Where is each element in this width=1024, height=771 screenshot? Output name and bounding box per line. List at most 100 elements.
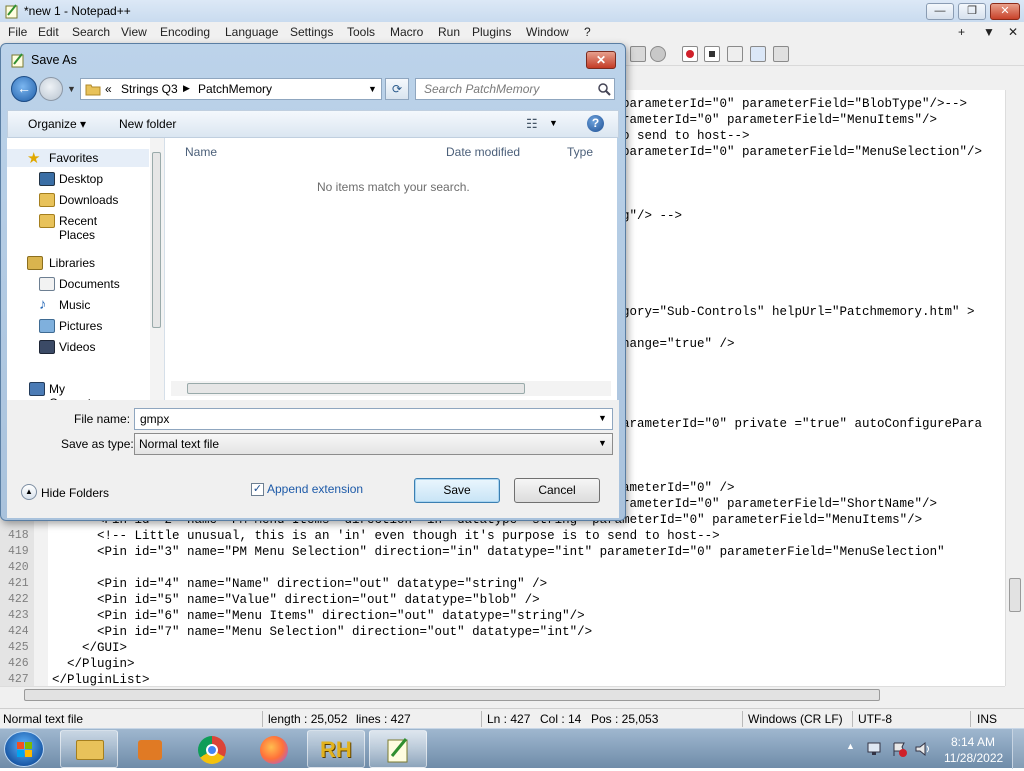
code-fragment: g"/> -->: [622, 209, 683, 223]
volume-speaker-icon[interactable]: [914, 741, 932, 757]
taskbar-chrome[interactable]: [183, 730, 241, 768]
vertical-scrollbar[interactable]: [1005, 90, 1024, 686]
breadcrumb-separator-icon[interactable]: ▶: [183, 83, 190, 94]
address-dropdown-icon[interactable]: ▼: [368, 84, 377, 94]
breadcrumb-overflow[interactable]: «: [105, 82, 112, 96]
menu-macro[interactable]: Macro: [390, 25, 423, 39]
horizontal-scroll-thumb[interactable]: [24, 689, 880, 701]
vertical-scroll-thumb[interactable]: [1009, 578, 1021, 612]
nav-favorites[interactable]: ★ Favorites: [7, 149, 149, 167]
menu-help[interactable]: ?: [584, 25, 591, 39]
pictures-icon: [39, 319, 55, 333]
taskbar-explorer[interactable]: [60, 730, 118, 768]
append-extension-checkbox[interactable]: ✓: [251, 483, 264, 496]
menu-edit[interactable]: Edit: [38, 25, 59, 39]
nav-pane-scrollbar[interactable]: [150, 138, 164, 400]
zoom-out-icon[interactable]: [650, 46, 666, 62]
file-name-input[interactable]: gmpx ▼: [134, 408, 613, 430]
play-macro-icon[interactable]: [727, 46, 743, 62]
desktop-icon: [39, 172, 55, 186]
status-eol: Windows (CR LF): [748, 712, 843, 726]
tab-list-dropdown-icon[interactable]: ▼: [983, 25, 995, 39]
taskbar-rh[interactable]: RH: [307, 730, 365, 768]
breadcrumb-patchmemory[interactable]: PatchMemory: [198, 82, 272, 96]
menu-window[interactable]: Window: [526, 25, 569, 39]
column-name[interactable]: Name: [185, 145, 217, 159]
computer-icon: [29, 382, 45, 396]
code-fragment: parameterId="0" parameterField="BlobType…: [622, 97, 968, 111]
append-extension-label[interactable]: Append extension: [267, 482, 363, 496]
column-type[interactable]: Type: [567, 145, 593, 159]
column-date-modified[interactable]: Date modified: [446, 145, 520, 159]
clock-time[interactable]: 8:14 AM: [951, 735, 995, 749]
organize-button[interactable]: Organize ▾: [28, 117, 86, 131]
menu-tools[interactable]: Tools: [347, 25, 375, 39]
menu-language[interactable]: Language: [225, 25, 278, 39]
close-document-icon[interactable]: ✕: [1008, 25, 1018, 39]
menu-file[interactable]: File: [8, 25, 27, 39]
menu-plugins[interactable]: Plugins: [472, 25, 511, 39]
save-as-dialog: Save As ✕ ← ▼ « Strings Q3 ▶ PatchMemory…: [0, 43, 626, 521]
refresh-icon[interactable]: ⟳: [385, 78, 409, 100]
save-as-type-label: Save as type:: [61, 437, 134, 451]
run-macro-multiple-icon[interactable]: [750, 46, 766, 62]
star-icon: ★: [27, 150, 41, 167]
save-button[interactable]: Save: [414, 478, 500, 503]
action-center-flag-icon[interactable]: [891, 741, 909, 757]
help-icon[interactable]: ?: [587, 115, 604, 132]
rh-app-icon: RH: [320, 737, 352, 762]
menu-view[interactable]: View: [121, 25, 147, 39]
file-name-dropdown-icon[interactable]: ▼: [598, 413, 607, 423]
code-fragment: o send to host-->: [622, 129, 750, 143]
search-icon[interactable]: [598, 83, 611, 96]
view-dropdown-icon[interactable]: ▼: [549, 118, 558, 128]
menu-encoding[interactable]: Encoding: [160, 25, 210, 39]
file-list-hscrollbar[interactable]: [171, 381, 611, 396]
taskbar-media-player[interactable]: [120, 730, 178, 768]
new-tab-plus-icon[interactable]: +: [958, 25, 965, 39]
zoom-in-icon[interactable]: [630, 46, 646, 62]
minimize-button[interactable]: —: [926, 3, 954, 20]
maximize-button[interactable]: ❐: [958, 3, 986, 20]
cancel-button[interactable]: Cancel: [514, 478, 600, 503]
hide-folders-chevron-icon[interactable]: ▲: [21, 484, 37, 500]
new-folder-button[interactable]: New folder: [119, 117, 176, 131]
file-list-scroll-thumb[interactable]: [187, 383, 525, 394]
taskbar: RH ▲ 8:14 AM 11/28/2022: [0, 728, 1024, 769]
start-button[interactable]: [4, 731, 44, 767]
back-arrow-icon[interactable]: ←: [11, 76, 37, 102]
stop-macro-icon[interactable]: [704, 46, 720, 62]
chrome-icon: [198, 736, 226, 764]
taskbar-notepad-plus-plus[interactable]: [369, 730, 427, 768]
nav-pane-scroll-thumb[interactable]: [152, 152, 161, 328]
dialog-close-button[interactable]: ✕: [586, 51, 616, 69]
status-file-type: Normal text file: [3, 712, 84, 726]
address-bar[interactable]: « Strings Q3 ▶ PatchMemory ▼: [80, 78, 382, 100]
status-line-number: Ln : 427: [487, 712, 531, 726]
recent-locations-chevron-icon[interactable]: ▼: [67, 84, 76, 94]
show-hidden-icons-chevron[interactable]: ▲: [846, 741, 855, 751]
search-input[interactable]: Search PatchMemory: [415, 78, 615, 100]
hide-folders-button[interactable]: Hide Folders: [41, 486, 109, 500]
clock-date[interactable]: 11/28/2022: [944, 751, 1003, 765]
folder-icon: [85, 84, 101, 96]
save-macro-icon[interactable]: [773, 46, 789, 62]
taskbar-firefox[interactable]: [245, 730, 303, 768]
music-icon: ♪: [39, 296, 47, 313]
code-fragment: arameterId="0" private ="true" autoConfi…: [622, 417, 983, 431]
menu-run[interactable]: Run: [438, 25, 460, 39]
record-macro-icon[interactable]: [682, 46, 698, 62]
view-options-icon[interactable]: ☷: [526, 116, 538, 132]
save-type-dropdown-icon[interactable]: ▼: [598, 438, 607, 448]
search-placeholder: Search PatchMemory: [424, 82, 540, 96]
file-list[interactable]: Name Date modified Type No items match y…: [165, 138, 617, 400]
menu-search[interactable]: Search: [72, 25, 110, 39]
forward-arrow-icon[interactable]: [39, 77, 63, 101]
breadcrumb-strings-q3[interactable]: Strings Q3: [121, 82, 178, 96]
show-desktop-button[interactable]: [1012, 729, 1024, 769]
menu-settings[interactable]: Settings: [290, 25, 333, 39]
horizontal-scrollbar[interactable]: [0, 686, 1005, 703]
close-button[interactable]: ✕: [990, 3, 1020, 20]
save-as-type-select[interactable]: Normal text file ▼: [134, 433, 613, 455]
network-icon[interactable]: [866, 741, 884, 757]
